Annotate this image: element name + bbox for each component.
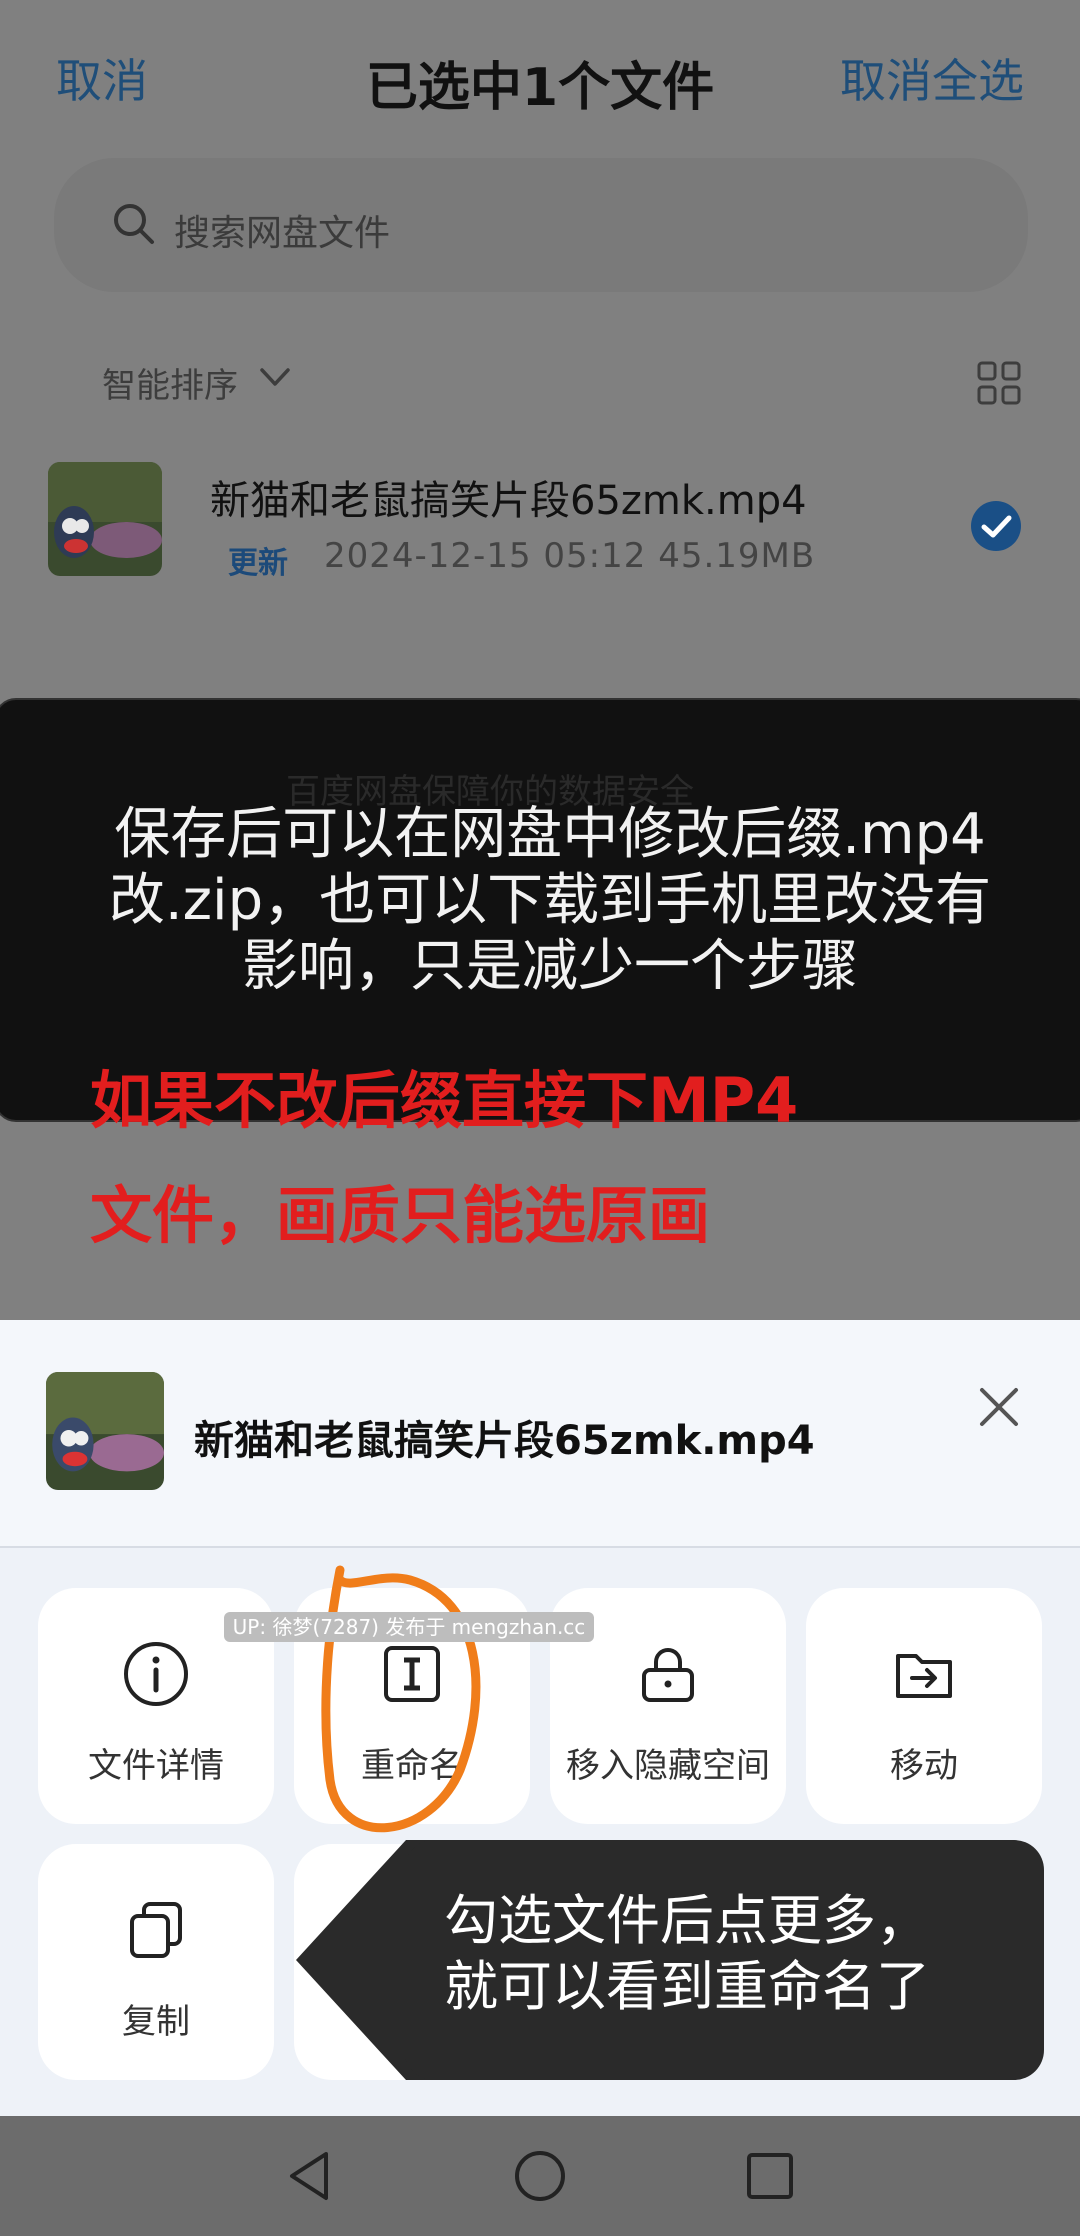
system-nav-bar (0, 2116, 1080, 2236)
file-name[interactable]: 新猫和老鼠搞笑片段65zmk.mp4 (210, 468, 807, 526)
red-annotation-line-1: 如果不改后缀直接下MP4 (90, 1064, 799, 1137)
home-icon[interactable] (510, 2146, 570, 2206)
back-icon[interactable] (280, 2146, 340, 2206)
action-label: 移动 (890, 1746, 958, 1786)
file-meta: 2024-12-15 05:12 45.19MB (324, 536, 816, 576)
recents-icon[interactable] (740, 2146, 800, 2206)
file-thumbnail[interactable] (48, 462, 162, 576)
search-input[interactable]: 搜索网盘文件 (54, 158, 1028, 292)
search-icon (114, 204, 154, 244)
red-annotation-line-2: 文件，画质只能选原画 (90, 1179, 711, 1252)
checked-icon[interactable] (970, 500, 1022, 552)
close-icon[interactable] (978, 1386, 1020, 1428)
tooltip-line: 就可以看到重命名了 (444, 1954, 930, 2018)
search-placeholder: 搜索网盘文件 (174, 213, 391, 254)
tooltip-text: 勾选文件后点更多， 就可以看到重命名了 (444, 1888, 930, 2020)
orange-highlight-circle (321, 1565, 481, 1833)
action-label: 移入隐藏空间 (566, 1746, 770, 1786)
chevron-down-icon[interactable] (258, 362, 292, 392)
info-icon (124, 1642, 188, 1706)
tooltip-line: 勾选文件后点更多， (444, 1889, 930, 1952)
annotation-line: 影响，只是减少一个步骤 (242, 934, 858, 1000)
lock-icon (642, 1648, 694, 1702)
action-label: 文件详情 (88, 1746, 224, 1786)
move-button[interactable]: 移动 (806, 1588, 1042, 1824)
sort-dropdown[interactable]: 智能排序 (102, 358, 238, 407)
update-badge: 更新 (228, 546, 288, 581)
annotation-text: 保存后可以在网盘中修改后缀.mp4 改.zip，也可以下载到手机里改没有 影响，… (30, 802, 1070, 1000)
copy-button[interactable]: 复制 (38, 1844, 274, 2080)
watermark: UP: 徐梦(7287) 发布于 mengzhan.cc (224, 1612, 594, 1642)
copy-icon (130, 1902, 182, 1958)
move-folder-icon (896, 1654, 952, 1698)
action-label: 复制 (122, 2002, 190, 2042)
sheet-file-name: 新猫和老鼠搞笑片段65zmk.mp4 (194, 1418, 815, 1464)
grid-view-icon[interactable] (976, 360, 1022, 406)
divider (0, 1546, 1080, 1548)
annotation-line: 改.zip，也可以下载到手机里改没有 (108, 868, 992, 934)
sheet-file-thumbnail (46, 1372, 164, 1490)
annotation-line: 保存后可以在网盘中修改后缀.mp4 (114, 802, 986, 867)
deselect-all-button[interactable]: 取消全选 (840, 45, 1024, 111)
